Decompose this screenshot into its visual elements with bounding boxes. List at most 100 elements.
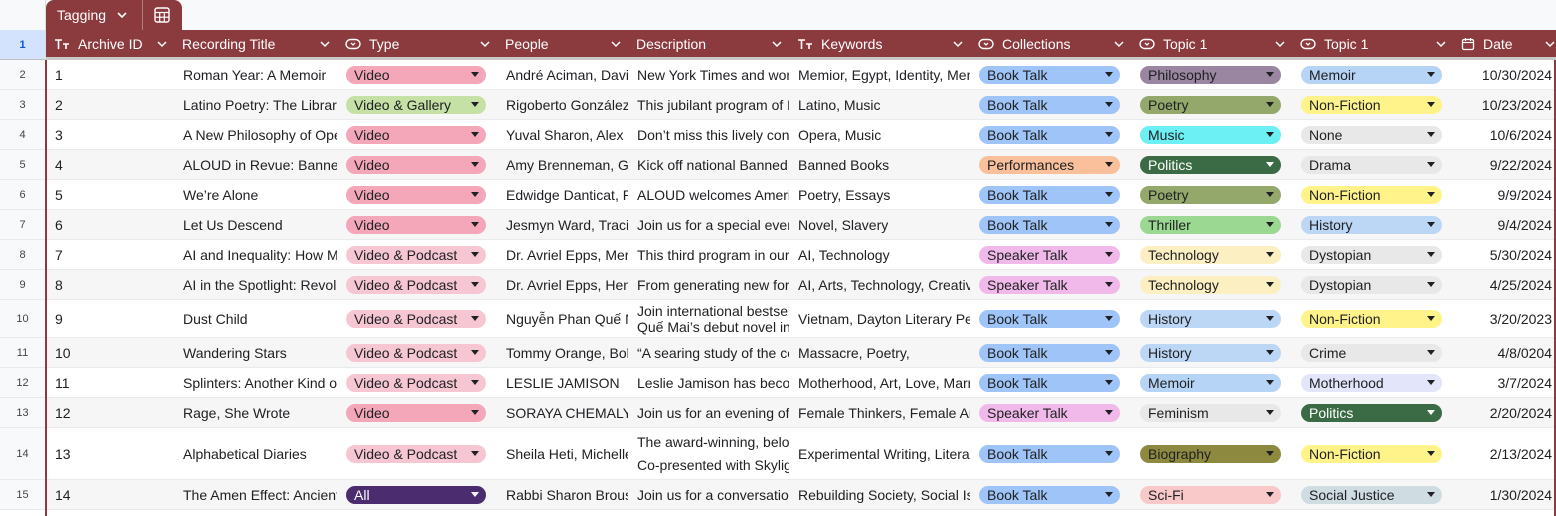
cell-type[interactable]: Video & Podcast xyxy=(337,270,497,299)
dropdown-arrow-icon[interactable] xyxy=(1105,315,1113,321)
dropdown-arrow-icon[interactable] xyxy=(1266,221,1274,227)
dropdown-arrow-icon[interactable] xyxy=(1266,71,1274,77)
cell-description[interactable]: This jubilant program of L xyxy=(628,90,789,119)
cell-keywords[interactable]: AI, Arts, Technology, Creative xyxy=(789,270,970,299)
cell-recording-title[interactable]: ALOUD in Revue: Banned B xyxy=(174,150,337,179)
table-row[interactable]: 3 2 Latino Poetry: The Library Video & Gall… xyxy=(0,90,1556,120)
dropdown-arrow-icon[interactable] xyxy=(471,491,479,497)
cell-type[interactable]: Video xyxy=(337,210,497,239)
cell-people[interactable]: LESLIE JAMISON xyxy=(497,368,628,397)
dropdown-chip[interactable]: Video & Podcast xyxy=(346,245,486,264)
dropdown-arrow-icon[interactable] xyxy=(471,101,479,107)
cell-people[interactable]: SORAYA CHEMALY, M xyxy=(497,398,628,427)
cell-people[interactable]: Sheila Heti, Michelle xyxy=(497,428,628,479)
dropdown-arrow-icon[interactable] xyxy=(1266,315,1274,321)
cell-type[interactable]: Video xyxy=(337,150,497,179)
dropdown-chip[interactable]: Speaker Talk xyxy=(979,245,1120,264)
dropdown-chip[interactable]: Politics xyxy=(1301,403,1442,422)
cell-description[interactable]: From generating new form xyxy=(628,270,789,299)
cell-topic-1b[interactable]: Non-Fiction xyxy=(1292,90,1453,119)
cell-people[interactable]: Amy Brenneman, Gal xyxy=(497,150,628,179)
cell-topic-1[interactable]: Music xyxy=(1131,120,1292,149)
dropdown-chip[interactable]: Speaker Talk xyxy=(979,275,1120,294)
dropdown-arrow-icon[interactable] xyxy=(1105,491,1113,497)
cell-date[interactable]: 9/22/2024 xyxy=(1453,150,1556,179)
table-row[interactable]: 10 9 Dust Child Video & Podcast Nguyễn Phan … xyxy=(0,300,1556,338)
dropdown-arrow-icon[interactable] xyxy=(1266,281,1274,287)
table-row[interactable]: 9 8 AI in the Spotlight: Revolu Video & Pod… xyxy=(0,270,1556,300)
table-row[interactable]: 87 AI and Inequality: How Ma Video & Podc… xyxy=(0,240,1556,270)
column-header-recording-title[interactable]: Recording Title xyxy=(174,30,337,57)
dropdown-chip[interactable]: Biography xyxy=(1140,444,1281,463)
cell-topic-1[interactable]: Feminism xyxy=(1131,398,1292,427)
dropdown-chip[interactable]: Non-Fiction xyxy=(1301,95,1442,114)
dropdown-chip[interactable]: Technology xyxy=(1140,275,1281,294)
dropdown-arrow-icon[interactable] xyxy=(1427,281,1435,287)
cell-people[interactable]: Rabbi Sharon Brous, xyxy=(497,480,628,509)
cell-type[interactable]: Video xyxy=(337,180,497,209)
dropdown-chip[interactable]: Dystopian xyxy=(1301,275,1442,294)
dropdown-chip[interactable]: Dystopian xyxy=(1301,245,1442,264)
cell-description[interactable]: “A searing study of the co xyxy=(628,338,789,367)
dropdown-arrow-icon[interactable] xyxy=(471,349,479,355)
cell-type[interactable]: Video & Podcast xyxy=(337,240,497,269)
dropdown-arrow-icon[interactable] xyxy=(1266,191,1274,197)
cell-type[interactable]: Video & Podcast xyxy=(337,300,497,337)
dropdown-chip[interactable]: Music xyxy=(1140,125,1281,144)
dropdown-arrow-icon[interactable] xyxy=(1105,379,1113,385)
cell-archive-id[interactable]: 1 xyxy=(46,60,174,89)
row-number[interactable]: 6 xyxy=(0,180,46,210)
row-number[interactable]: 12 xyxy=(0,368,46,398)
cell-topic-1[interactable]: Biography xyxy=(1131,428,1292,479)
cell-topic-1b[interactable]: Dystopian xyxy=(1292,240,1453,269)
dropdown-chip[interactable]: Book Talk xyxy=(979,373,1120,392)
row-number[interactable]: 11 xyxy=(0,338,46,368)
dropdown-chip[interactable]: Video & Podcast xyxy=(346,343,486,362)
cell-keywords[interactable]: Novel, Slavery xyxy=(789,210,970,239)
cell-archive-id[interactable]: 7 xyxy=(46,240,174,269)
cell-archive-id[interactable]: 6 xyxy=(46,210,174,239)
dropdown-arrow-icon[interactable] xyxy=(471,161,479,167)
cell-collections[interactable]: Book Talk xyxy=(970,90,1131,119)
cell-archive-id[interactable]: 10 xyxy=(46,338,174,367)
dropdown-arrow-icon[interactable] xyxy=(1105,281,1113,287)
cell-topic-1b[interactable]: Memoir xyxy=(1292,60,1453,89)
cell-collections[interactable]: Book Talk xyxy=(970,300,1131,337)
dropdown-chip[interactable]: Video xyxy=(346,215,486,234)
table-row[interactable]: 12 11 Splinters: Another Kind of Video & Po… xyxy=(0,368,1556,398)
cell-collections[interactable]: Book Talk xyxy=(970,480,1131,509)
column-header-archive-id[interactable]: Archive ID xyxy=(46,30,174,57)
cell-topic-1[interactable]: Poetry xyxy=(1131,90,1292,119)
cell-people[interactable]: Dr. Avriel Epps, Henri xyxy=(497,270,628,299)
dropdown-chip[interactable]: Memoir xyxy=(1301,65,1442,84)
cell-date[interactable]: 10/6/2024 xyxy=(1453,120,1556,149)
dropdown-chip[interactable]: History xyxy=(1301,215,1442,234)
dropdown-arrow-icon[interactable] xyxy=(1427,379,1435,385)
cell-archive-id[interactable]: 5 xyxy=(46,180,174,209)
cell-date[interactable]: 4/8/0204 xyxy=(1453,338,1556,367)
cell-people[interactable]: Dr. Avriel Epps, Mere xyxy=(497,240,628,269)
dropdown-chip[interactable]: Video xyxy=(346,155,486,174)
cell-type[interactable]: Video & Podcast xyxy=(337,338,497,367)
dropdown-arrow-icon[interactable] xyxy=(1105,221,1113,227)
cell-archive-id[interactable]: 3 xyxy=(46,120,174,149)
cell-keywords[interactable]: Latino, Music xyxy=(789,90,970,119)
cell-archive-id[interactable]: 9 xyxy=(46,300,174,337)
dropdown-chip[interactable]: Video & Gallery xyxy=(346,95,486,114)
cell-topic-1b[interactable]: Dystopian xyxy=(1292,270,1453,299)
table-tab-label[interactable]: Tagging xyxy=(46,7,106,23)
dropdown-arrow-icon[interactable] xyxy=(1105,409,1113,415)
cell-type[interactable]: All xyxy=(337,480,497,509)
dropdown-chip[interactable]: Video & Podcast xyxy=(346,275,486,294)
table-row[interactable]: 15 14 The Amen Effect: Ancient All Rabbi Sha… xyxy=(0,480,1556,510)
table-row[interactable]: 11 10 Wandering Stars Video & Podcast Tommy … xyxy=(0,338,1556,368)
cell-topic-1[interactable]: Memoir xyxy=(1131,368,1292,397)
row-number[interactable]: 1 xyxy=(0,30,46,60)
cell-collections[interactable]: Book Talk xyxy=(970,120,1131,149)
cell-archive-id[interactable]: 12 xyxy=(46,398,174,427)
cell-collections[interactable]: Performances xyxy=(970,150,1131,179)
dropdown-arrow-icon[interactable] xyxy=(1105,101,1113,107)
cell-recording-title[interactable]: AI in the Spotlight: Revolu xyxy=(174,270,337,299)
chevron-down-icon[interactable] xyxy=(156,38,168,50)
dropdown-chip[interactable]: Book Talk xyxy=(979,125,1120,144)
